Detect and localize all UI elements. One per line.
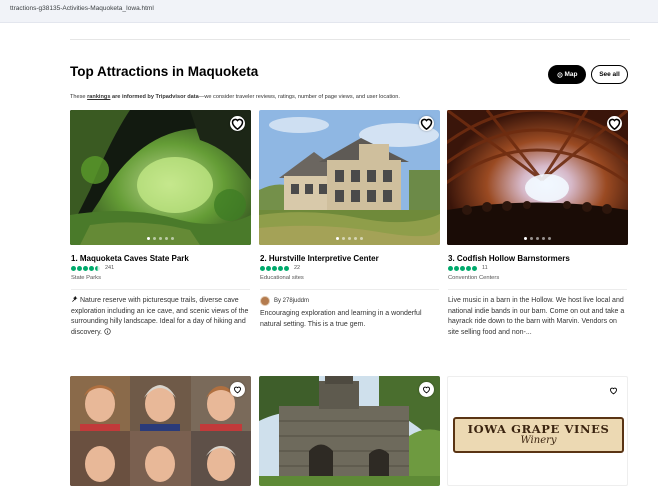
save-heart-button[interactable] — [606, 383, 621, 398]
info-icon[interactable] — [104, 327, 111, 335]
logo-line1: IOWA GRAPE VINES — [467, 422, 610, 436]
review-count[interactable]: 22 — [294, 265, 300, 271]
heart-icon — [231, 118, 244, 131]
disclaimer-middle: are informed by Tripadvisor data — [110, 94, 199, 100]
review-count[interactable]: 241 — [105, 265, 114, 271]
winery-card[interactable]: IOWA GRAPE VINES Winery — [447, 376, 628, 486]
url-text: ttractions-g38135-Activities-Maquoketa_I… — [10, 5, 154, 12]
lime-kiln-photo[interactable] — [259, 376, 440, 486]
disclaimer-suffix: —we consider traveler reviews, ratings, … — [198, 94, 400, 100]
concert-photo[interactable] — [447, 110, 628, 245]
attraction-title[interactable]: 2. Hurstville Interpretive Center — [260, 254, 379, 263]
heart-icon — [423, 386, 430, 394]
see-all-label: See all — [599, 71, 620, 78]
logo-line2: Winery — [520, 435, 557, 446]
heart-icon — [234, 386, 241, 394]
save-heart-button[interactable] — [419, 382, 434, 397]
attraction-category: Educational sites — [260, 275, 304, 281]
review-author[interactable]: By 278juddm — [260, 296, 309, 306]
save-heart-button[interactable] — [230, 116, 245, 131]
see-all-button[interactable]: See all — [591, 65, 628, 84]
avatar — [260, 296, 270, 306]
map-button-label: Map — [564, 71, 578, 78]
section-divider — [70, 39, 630, 40]
review-count[interactable]: 11 — [482, 265, 488, 271]
heart-icon — [610, 387, 617, 395]
portraits-photo[interactable] — [70, 376, 251, 486]
bubble-rating: 22 — [260, 265, 300, 271]
building-photo[interactable] — [259, 110, 440, 245]
carousel-dots[interactable] — [447, 237, 628, 240]
address-bar[interactable]: ttractions-g38135-Activities-Maquoketa_I… — [0, 0, 658, 23]
map-button[interactable]: Map — [548, 65, 586, 84]
rankings-disclaimer: These rankings are informed by Tripadvis… — [70, 94, 400, 100]
description-text: Nature reserve with picturesque trails, … — [71, 297, 249, 336]
carousel-dots[interactable] — [259, 237, 440, 240]
save-heart-button[interactable] — [419, 116, 434, 131]
map-pin-icon — [556, 71, 563, 78]
bubble-rating: 241 — [71, 265, 114, 271]
carousel-dots[interactable] — [70, 237, 251, 240]
card-divider — [448, 289, 627, 290]
attraction-description: Nature reserve with picturesque trails, … — [71, 295, 249, 338]
card-divider — [71, 289, 250, 290]
winery-logo: IOWA GRAPE VINES Winery — [453, 417, 624, 453]
author-name: By 278juddm — [274, 298, 310, 304]
attraction-category: State Parks — [71, 275, 101, 281]
attraction-title[interactable]: 3. Codfish Hollow Barnstormers — [448, 254, 570, 263]
rankings-link[interactable]: rankings — [87, 94, 110, 100]
page-title: Top Attractions in Maquoketa — [70, 64, 259, 79]
review-snippet: Encouraging exploration and learning in … — [260, 310, 422, 328]
save-heart-button[interactable] — [230, 382, 245, 397]
heart-icon — [608, 118, 621, 131]
sparkle-icon — [72, 295, 78, 302]
attraction-description: Live music in a barn in the Hollow. We h… — [448, 297, 625, 336]
bubble-rating: 11 — [448, 265, 488, 271]
attraction-category: Convention Centers — [448, 275, 500, 281]
attraction-title[interactable]: 1. Maquoketa Caves State Park — [71, 254, 189, 263]
disclaimer-prefix: These — [70, 94, 88, 100]
card-divider — [260, 289, 439, 290]
heart-icon — [420, 118, 433, 131]
cave-photo[interactable] — [70, 110, 251, 245]
save-heart-button[interactable] — [607, 116, 622, 131]
